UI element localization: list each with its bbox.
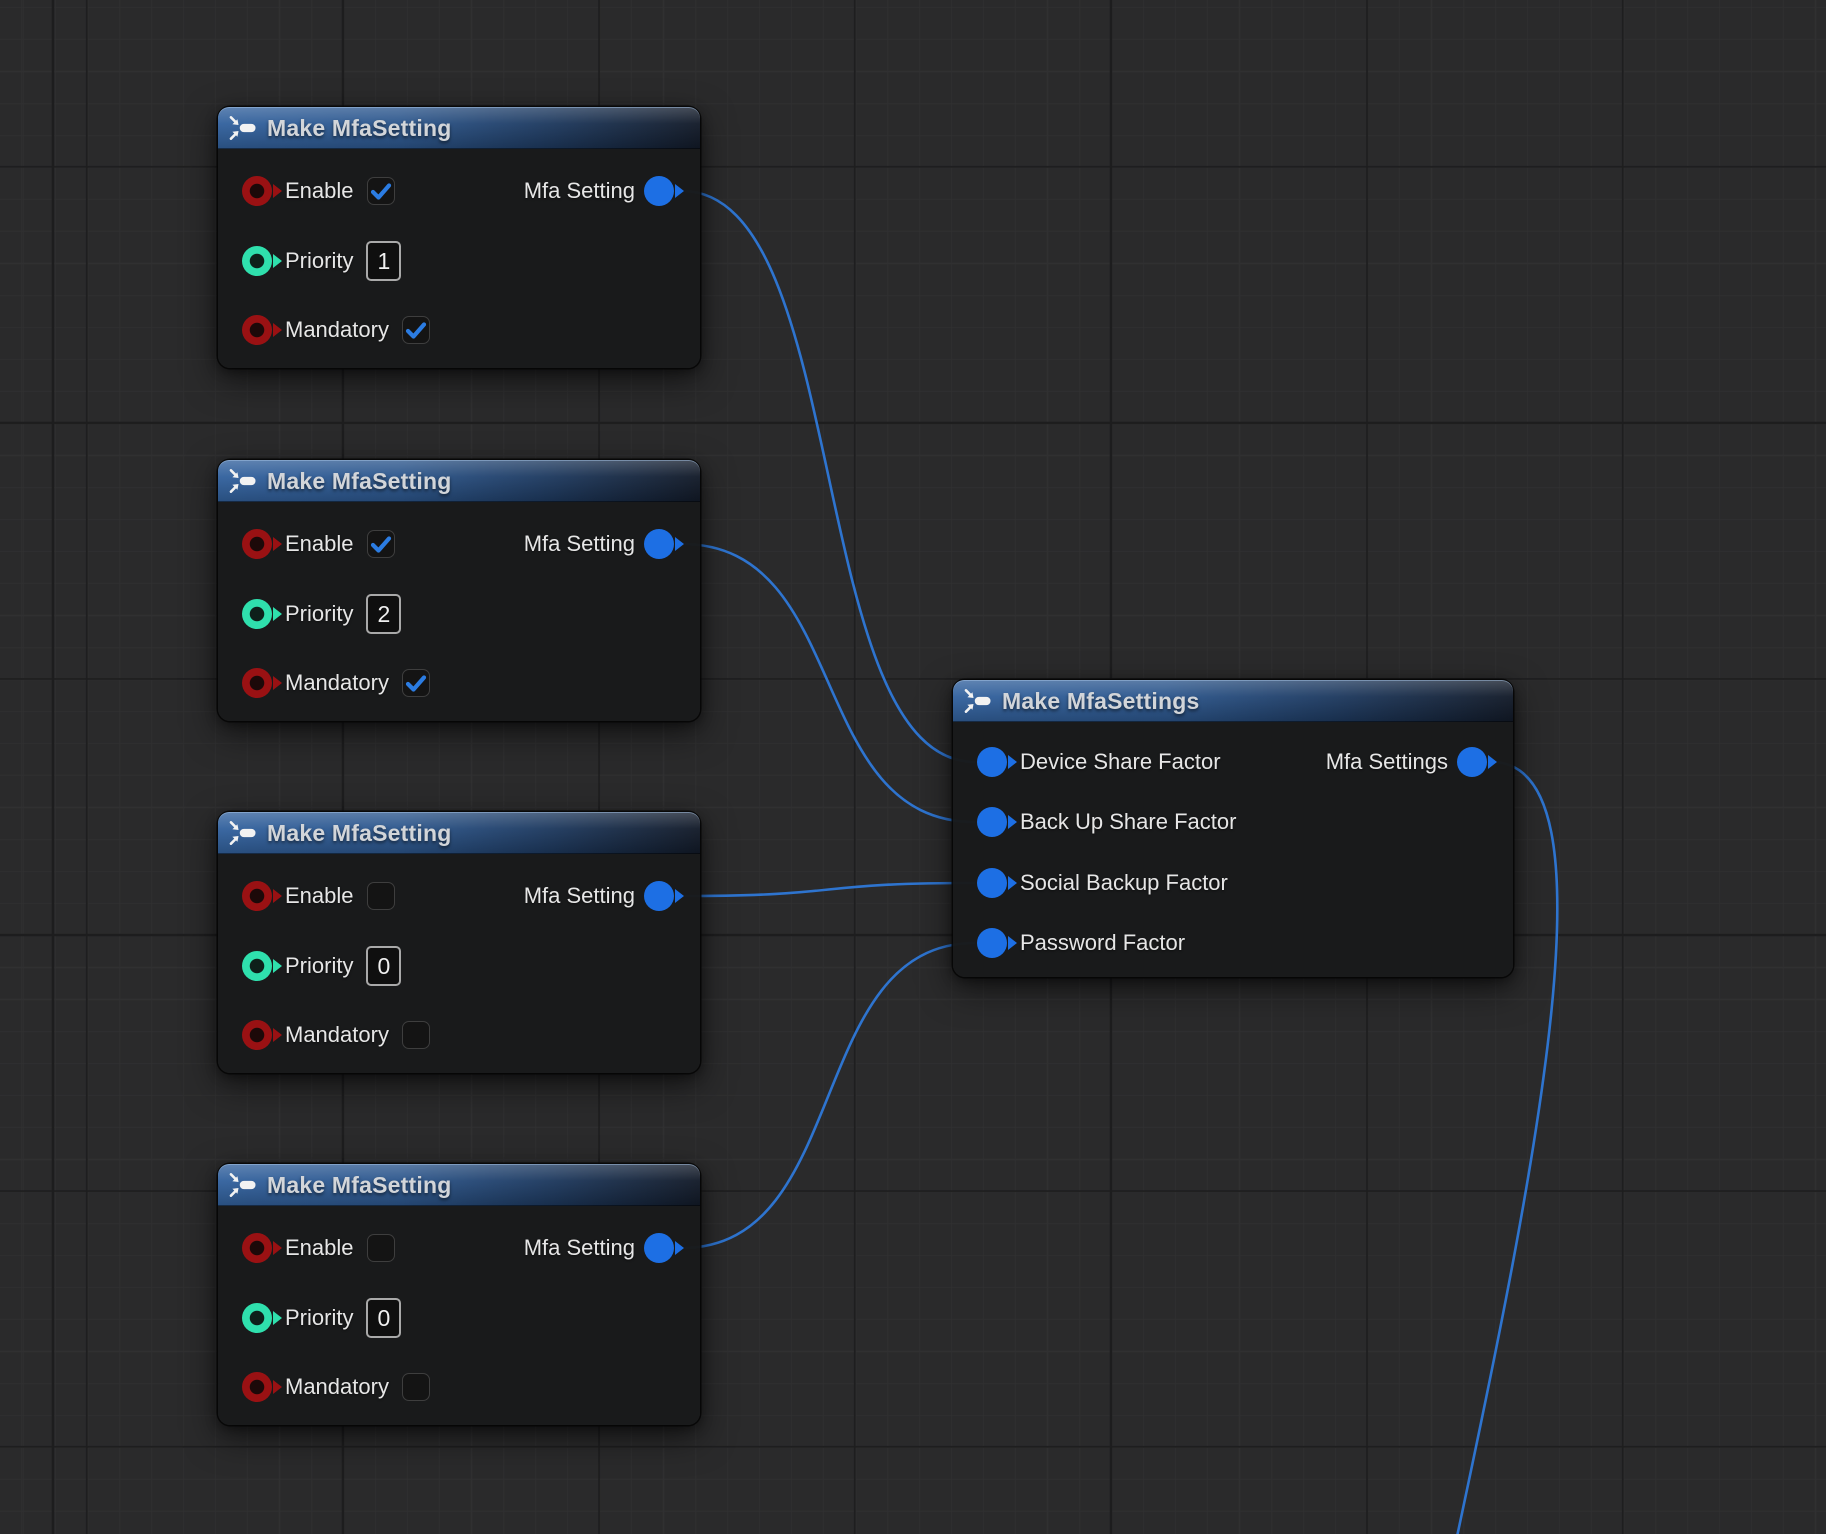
- pin-row-priority: Priority 1: [218, 239, 700, 283]
- pin-row-mandatory: Mandatory: [218, 661, 700, 705]
- pin-label-password-factor: Password Factor: [1020, 930, 1185, 956]
- priority-value-input[interactable]: 0: [366, 1298, 401, 1338]
- pin-label-priority: Priority: [285, 601, 353, 627]
- pin-row-back-up-share-factor: Back Up Share Factor: [953, 800, 1513, 844]
- checkmark-icon: [404, 671, 428, 695]
- struct-input-pin-social-backup-factor[interactable]: [977, 868, 1007, 898]
- node-header[interactable]: Make MfaSetting: [218, 460, 700, 502]
- struct-output-pin-mfa-settings[interactable]: [1457, 747, 1487, 777]
- priority-value-input[interactable]: 1: [366, 241, 401, 281]
- wire[interactable]: [682, 544, 975, 822]
- mandatory-checkbox[interactable]: [402, 669, 430, 697]
- node-title: Make MfaSetting: [267, 115, 451, 142]
- node-header[interactable]: Make MfaSettings: [953, 680, 1513, 722]
- node-header[interactable]: Make MfaSetting: [218, 812, 700, 854]
- mandatory-checkbox[interactable]: [402, 1373, 430, 1401]
- bool-input-pin-mandatory[interactable]: [242, 1020, 272, 1050]
- pin-label-mandatory: Mandatory: [285, 317, 389, 343]
- pin-label-mfa-setting: Mfa Setting: [524, 883, 635, 909]
- priority-value-input[interactable]: 0: [366, 946, 401, 986]
- make-struct-icon: [228, 1172, 258, 1198]
- pin-label-mandatory: Mandatory: [285, 1022, 389, 1048]
- make-struct-icon: [228, 820, 258, 846]
- pin-row-output: Mfa Settings: [953, 740, 1513, 784]
- checkmark-icon: [404, 318, 428, 342]
- wire[interactable]: [682, 943, 975, 1248]
- pin-row-social-backup-factor: Social Backup Factor: [953, 861, 1513, 905]
- int-input-pin-priority[interactable]: [242, 1303, 272, 1333]
- int-input-pin-priority[interactable]: [242, 246, 272, 276]
- pin-row-output: Mfa Setting: [218, 1226, 700, 1270]
- pin-row-output: Mfa Setting: [218, 169, 700, 213]
- node-make-mfasetting-3[interactable]: Make MfaSetting Enable Priority 0 Mandat…: [218, 812, 700, 1073]
- int-input-pin-priority[interactable]: [242, 951, 272, 981]
- pin-label-mfa-setting: Mfa Setting: [524, 1235, 635, 1261]
- pin-row-output: Mfa Setting: [218, 522, 700, 566]
- pin-row-priority: Priority 2: [218, 592, 700, 636]
- int-input-pin-priority[interactable]: [242, 599, 272, 629]
- wire[interactable]: [682, 883, 975, 896]
- node-make-mfasetting-1[interactable]: Make MfaSetting Enable Priority 1 Mandat…: [218, 107, 700, 368]
- make-struct-icon: [228, 115, 258, 141]
- node-title: Make MfaSetting: [267, 820, 451, 847]
- bool-input-pin-mandatory[interactable]: [242, 668, 272, 698]
- make-struct-icon: [228, 468, 258, 494]
- bool-input-pin-mandatory[interactable]: [242, 1372, 272, 1402]
- pin-row-password-factor: Password Factor: [953, 921, 1513, 965]
- mandatory-checkbox[interactable]: [402, 1021, 430, 1049]
- struct-input-pin-back-up-share-factor[interactable]: [977, 807, 1007, 837]
- pin-label-priority: Priority: [285, 248, 353, 274]
- make-struct-icon: [963, 688, 993, 714]
- wire[interactable]: [682, 191, 975, 762]
- struct-output-pin-mfa-setting[interactable]: [644, 1233, 674, 1263]
- node-make-mfasetting-4[interactable]: Make MfaSetting Enable Priority 0 Mandat…: [218, 1164, 700, 1425]
- pin-label-priority: Priority: [285, 953, 353, 979]
- struct-input-pin-password-factor[interactable]: [977, 928, 1007, 958]
- pin-row-priority: Priority 0: [218, 1296, 700, 1340]
- pin-label-mfa-setting: Mfa Setting: [524, 178, 635, 204]
- node-header[interactable]: Make MfaSetting: [218, 1164, 700, 1206]
- pin-label-mandatory: Mandatory: [285, 670, 389, 696]
- struct-output-pin-mfa-setting[interactable]: [644, 881, 674, 911]
- pin-row-mandatory: Mandatory: [218, 308, 700, 352]
- pin-label-back-up-share-factor: Back Up Share Factor: [1020, 809, 1236, 835]
- node-make-mfasettings[interactable]: Make MfaSettings Device Share Factor Bac…: [953, 680, 1513, 977]
- pin-row-mandatory: Mandatory: [218, 1365, 700, 1409]
- mandatory-checkbox[interactable]: [402, 316, 430, 344]
- pin-label-mfa-setting: Mfa Setting: [524, 531, 635, 557]
- priority-value-input[interactable]: 2: [366, 594, 401, 634]
- pin-row-mandatory: Mandatory: [218, 1013, 700, 1057]
- pin-label-mandatory: Mandatory: [285, 1374, 389, 1400]
- node-title: Make MfaSetting: [267, 1172, 451, 1199]
- pin-row-output: Mfa Setting: [218, 874, 700, 918]
- pin-label-mfa-settings: Mfa Settings: [1326, 749, 1448, 775]
- node-title: Make MfaSettings: [1002, 688, 1199, 715]
- pin-row-priority: Priority 0: [218, 944, 700, 988]
- struct-output-pin-mfa-setting[interactable]: [644, 529, 674, 559]
- node-title: Make MfaSetting: [267, 468, 451, 495]
- bool-input-pin-mandatory[interactable]: [242, 315, 272, 345]
- struct-output-pin-mfa-setting[interactable]: [644, 176, 674, 206]
- pin-label-social-backup-factor: Social Backup Factor: [1020, 870, 1228, 896]
- node-header[interactable]: Make MfaSetting: [218, 107, 700, 149]
- blueprint-graph-canvas[interactable]: Make MfaSetting Enable Priority 1 Mandat…: [0, 0, 1826, 1534]
- pin-label-priority: Priority: [285, 1305, 353, 1331]
- node-make-mfasetting-2[interactable]: Make MfaSetting Enable Priority 2 Mandat…: [218, 460, 700, 721]
